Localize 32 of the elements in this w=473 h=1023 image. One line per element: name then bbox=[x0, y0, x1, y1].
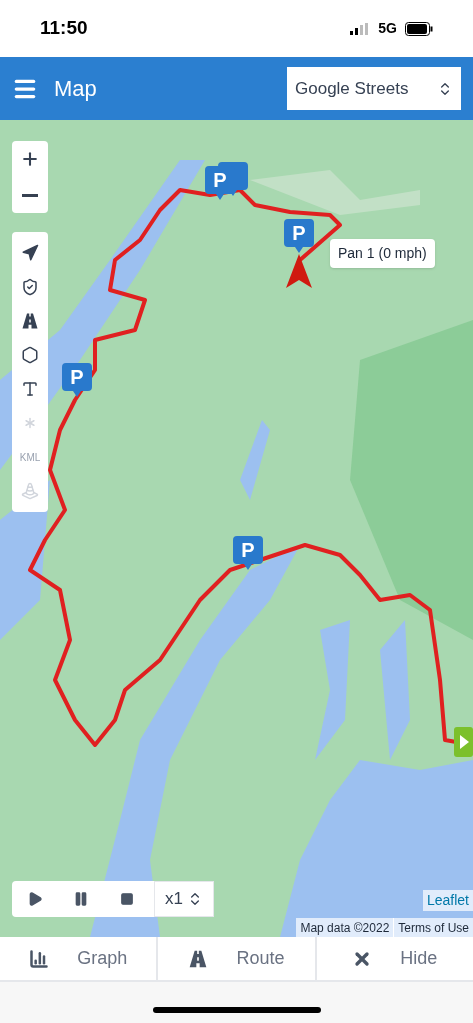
map-data-text: Map data ©2022 bbox=[299, 919, 391, 937]
speed-select[interactable]: x1 bbox=[154, 881, 214, 917]
road-icon bbox=[188, 948, 209, 969]
parking-marker[interactable]: P bbox=[62, 363, 92, 397]
signal-icon bbox=[350, 22, 371, 35]
road-icon bbox=[21, 312, 39, 330]
kml-label: KML bbox=[19, 450, 41, 465]
traffic-icon bbox=[21, 482, 39, 500]
bottom-tab[interactable]: Graph bbox=[0, 937, 157, 980]
start-marker-icon[interactable] bbox=[454, 727, 473, 757]
page-title: Map bbox=[54, 75, 97, 103]
arrow-icon bbox=[21, 244, 39, 262]
text-icon bbox=[21, 380, 39, 398]
battery-icon bbox=[405, 21, 433, 36]
vehicle-tooltip: Pan 1 (0 mph) bbox=[330, 239, 435, 268]
network-label: 5G bbox=[378, 19, 397, 38]
shield-check-icon bbox=[21, 278, 39, 296]
minus-icon bbox=[22, 193, 38, 197]
vehicle-arrow-icon[interactable] bbox=[286, 254, 312, 288]
play-icon bbox=[27, 891, 43, 907]
plus-icon bbox=[20, 149, 40, 169]
leaflet-link[interactable]: Leaflet bbox=[422, 890, 473, 911]
stop-icon bbox=[120, 892, 134, 906]
polygon-icon bbox=[21, 346, 39, 364]
pause-icon bbox=[73, 891, 89, 907]
parking-marker[interactable]: P bbox=[205, 166, 235, 200]
bar-chart-icon bbox=[29, 948, 50, 969]
layer-select[interactable]: Google Streets bbox=[287, 67, 461, 110]
parking-marker[interactable]: P bbox=[233, 536, 263, 570]
terms-link[interactable]: Terms of Use bbox=[394, 918, 473, 937]
status-time: 11:50 bbox=[40, 16, 88, 41]
parking-marker[interactable]: P bbox=[284, 219, 314, 253]
